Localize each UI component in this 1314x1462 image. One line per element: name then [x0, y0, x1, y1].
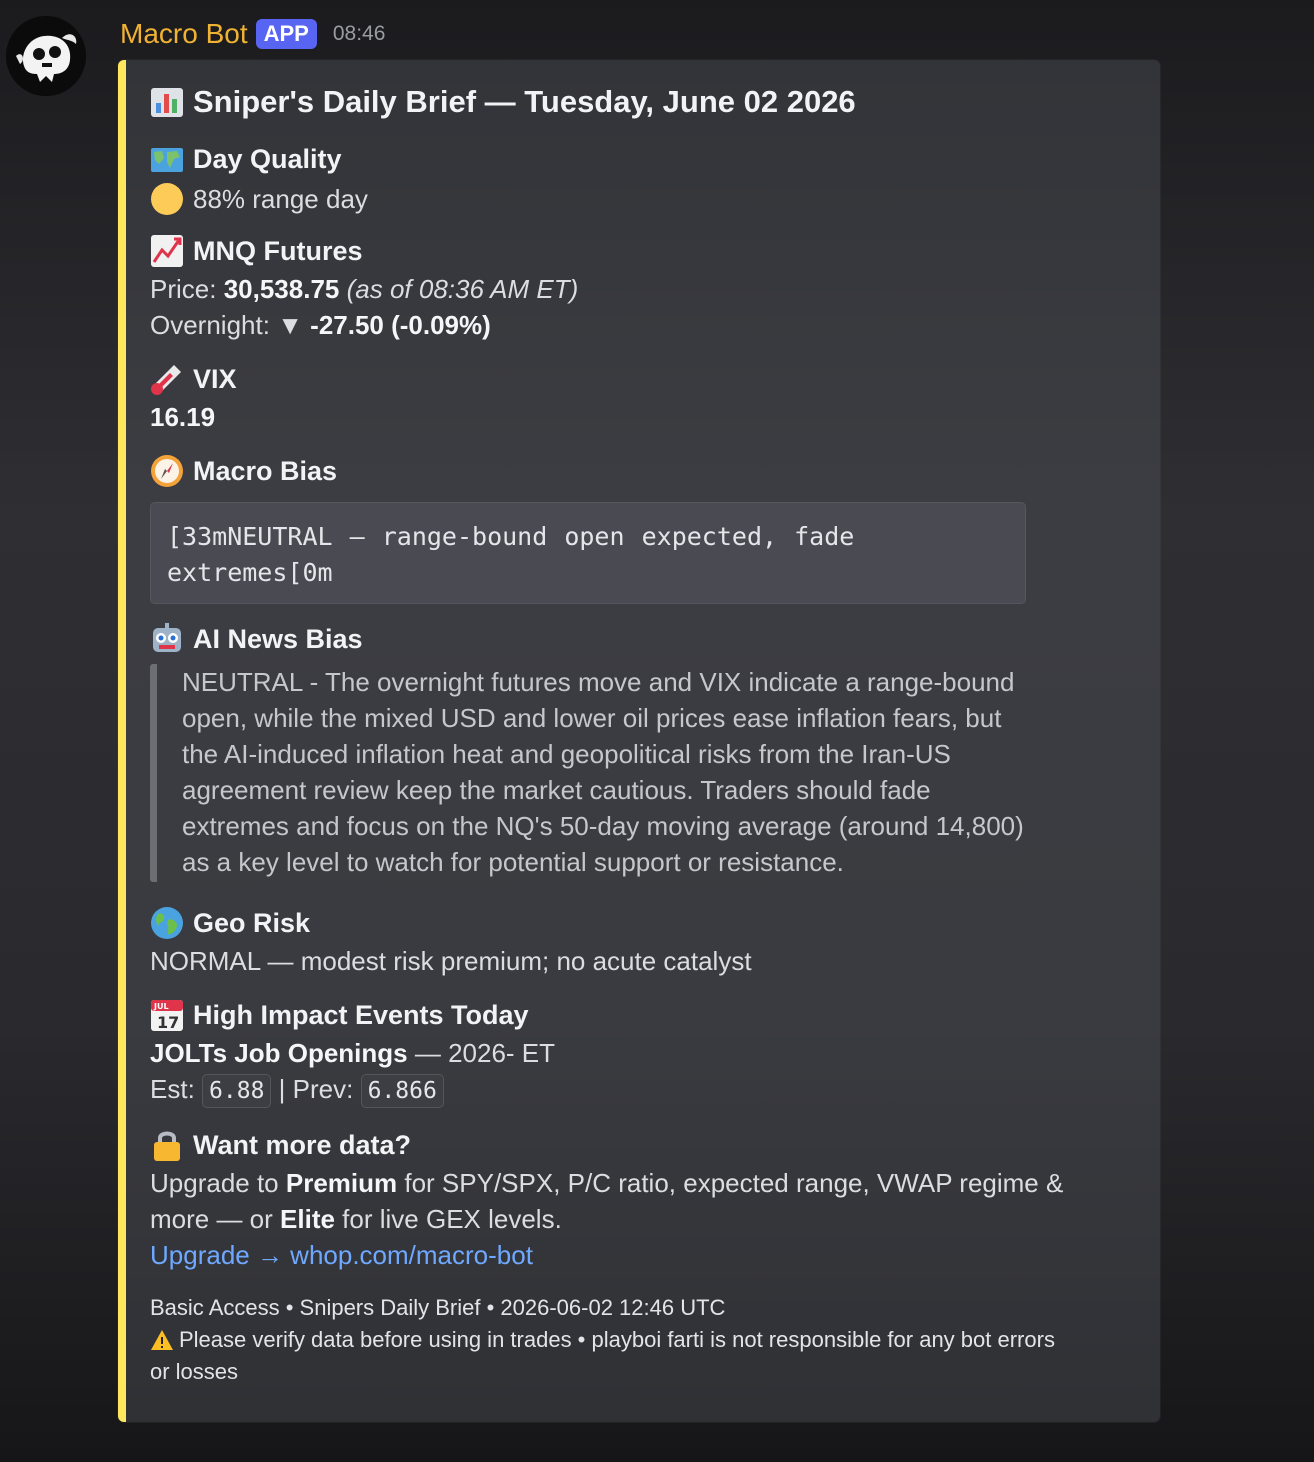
down-triangle-icon: ▼ — [277, 310, 303, 340]
mnq-overnight-label: Overnight: — [150, 310, 270, 340]
embed-footer-line-2: Please verify data before using in trade… — [150, 1324, 1055, 1356]
chart-increasing-icon — [150, 234, 184, 268]
mnq-overnight-value: -27.50 (-0.09%) — [310, 310, 491, 340]
embed-footer-line-1: Basic Access • Snipers Daily Brief • 202… — [150, 1295, 726, 1320]
ai-news-text: NEUTRAL - The overnight futures move and… — [182, 667, 1024, 877]
bot-username[interactable]: Macro Bot — [120, 18, 248, 50]
ai-news-heading: AI News Bias — [150, 622, 363, 656]
bot-avatar[interactable] — [6, 16, 86, 96]
mnq-label: MNQ Futures — [193, 235, 363, 266]
upgrade-link[interactable]: Upgrade → whop.com/macro-bot — [150, 1240, 533, 1271]
ghost-skull-avatar-icon — [6, 16, 86, 96]
vix-label: VIX — [193, 363, 237, 394]
calendar-day: 17 — [157, 1013, 179, 1032]
lock-icon — [150, 1128, 184, 1162]
footer-disclaimer: Please verify data before using in trade… — [179, 1327, 1055, 1352]
event-line: JOLTs Job Openings — 2026- ET — [150, 1038, 555, 1069]
bar-chart-icon — [150, 85, 184, 119]
events-label: High Impact Events Today — [193, 999, 529, 1030]
daily-brief-embed: Sniper's Daily Brief — Tuesday, June 02 … — [118, 60, 1160, 1422]
geo-risk-value: NORMAL — modest risk premium; no acute c… — [150, 946, 752, 976]
day-quality-text: 88% range day — [193, 183, 368, 214]
embed-title: Sniper's Daily Brief — Tuesday, June 02 … — [150, 84, 856, 120]
macro-bias-code-block[interactable]: [33mNEUTRAL — range-bound open expected,… — [150, 502, 1026, 604]
thermometer-icon — [150, 362, 184, 396]
elite-tier: Elite — [280, 1204, 335, 1234]
upsell-text-3: more — or — [150, 1204, 281, 1234]
geo-risk-heading: Geo Risk — [150, 906, 310, 940]
day-quality-value: 88% range day — [150, 182, 368, 216]
ai-news-blockquote: NEUTRAL - The overnight futures move and… — [150, 664, 1030, 882]
event-name: JOLTs Job Openings — [150, 1038, 408, 1068]
est-prev-separator: | — [278, 1074, 286, 1104]
robot-icon — [150, 622, 184, 656]
embed-title-text: Sniper's Daily Brief — Tuesday, June 02 … — [193, 84, 856, 119]
calendar-month: JUL — [153, 1002, 169, 1011]
macro-bias-label: Macro Bias — [193, 455, 338, 486]
vix-heading: VIX — [150, 362, 237, 396]
prev-value: 6.866 — [360, 1074, 444, 1109]
upsell-line-2: more — or Elite for live GEX levels. — [150, 1204, 562, 1235]
world-map-icon — [150, 142, 184, 176]
compass-icon — [150, 454, 184, 488]
upsell-text-4: for live GEX levels. — [334, 1204, 562, 1234]
vix-value: 16.19 — [150, 402, 216, 432]
message-header: Macro Bot APP 08:46 — [120, 14, 385, 54]
embed-footer-line-3: or losses — [150, 1359, 239, 1384]
mnq-price-line: Price: 30,538.75 (as of 08:36 AM ET) — [150, 274, 578, 305]
event-time: — 2026- ET — [414, 1038, 556, 1068]
yellow-circle-icon — [150, 182, 184, 216]
macro-bias-heading: Macro Bias — [150, 454, 337, 488]
calendar-icon: JUL 17 — [150, 998, 184, 1032]
globe-icon — [150, 906, 184, 940]
mnq-price-note: (as of 08:36 AM ET) — [346, 274, 579, 304]
upsell-heading: Want more data? — [150, 1128, 411, 1162]
upsell-line-1: Upgrade to Premium for SPY/SPX, P/C rati… — [150, 1168, 1063, 1199]
mnq-overnight-line: Overnight: ▼ -27.50 (-0.09%) — [150, 310, 491, 341]
event-estimates: Est: 6.88 | Prev: 6.866 — [150, 1074, 444, 1109]
day-quality-heading: Day Quality — [150, 142, 342, 176]
mnq-price-value: 30,538.75 — [223, 274, 340, 304]
app-badge: APP — [255, 19, 317, 49]
upsell-text-2: for SPY/SPX, P/C ratio, expected range, … — [397, 1168, 1064, 1198]
ai-news-label: AI News Bias — [193, 623, 363, 654]
est-label: Est: — [150, 1074, 195, 1104]
geo-risk-label: Geo Risk — [193, 907, 311, 938]
mnq-heading: MNQ Futures — [150, 234, 363, 268]
mnq-price-label: Price: — [150, 274, 217, 304]
upsell-text-1: Upgrade to — [150, 1168, 286, 1198]
prev-label: Prev: — [292, 1074, 354, 1104]
day-quality-label: Day Quality — [193, 143, 342, 174]
upsell-label: Want more data? — [193, 1129, 412, 1160]
events-heading: JUL 17 High Impact Events Today — [150, 998, 529, 1032]
warning-icon — [150, 1328, 174, 1352]
message-timestamp[interactable]: 08:46 — [333, 22, 386, 46]
premium-tier: Premium — [285, 1168, 398, 1198]
est-value: 6.88 — [202, 1074, 272, 1109]
